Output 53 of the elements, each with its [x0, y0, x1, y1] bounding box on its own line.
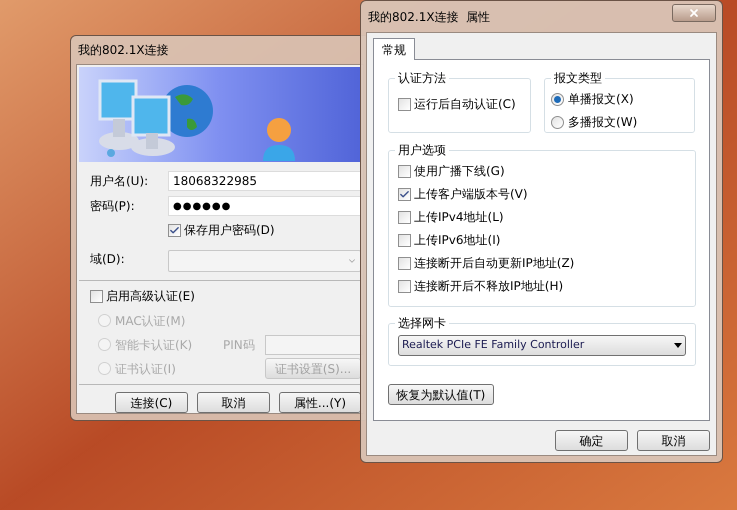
group-title: 认证方法 — [395, 70, 449, 86]
dialog-button[interactable]: 连接(C) — [115, 392, 188, 413]
checkbox[interactable] — [398, 98, 411, 110]
checkbox[interactable] — [398, 210, 411, 224]
user-option-label: 使用广播下线(G) — [414, 163, 505, 180]
user-icon — [262, 117, 296, 161]
window-title: 我的802.1X连接 — [78, 42, 169, 59]
username-field[interactable]: 18068322985 — [168, 171, 361, 191]
tab[interactable]: 常规 — [373, 38, 415, 60]
radio-button[interactable] — [551, 92, 564, 106]
password-label: 密码(P): — [90, 198, 136, 215]
close-button[interactable] — [672, 4, 716, 22]
user-option-label: 连接断开后不释放IP地址(H) — [414, 278, 564, 295]
dialog-button[interactable]: 属性...(Y) — [279, 392, 361, 413]
radio-button[interactable] — [551, 116, 564, 128]
auto-auth-label: 运行后自动认证(C) — [414, 96, 516, 113]
checkbox[interactable] — [398, 280, 411, 292]
advanced-auth-label: 启用高级认证(E) — [106, 288, 195, 305]
username-label: 用户名(U): — [90, 173, 150, 190]
save-password-label: 保存用户密码(D) — [184, 222, 275, 239]
group-title: 选择网卡 — [395, 315, 449, 331]
check-icon — [169, 224, 180, 236]
auth-option-label: MAC认证(M) — [115, 312, 186, 330]
checkbox[interactable] — [398, 188, 411, 200]
user-option-label: 上传IPv6地址(I) — [414, 232, 500, 249]
group-title: 用户选项 — [395, 142, 449, 158]
dropdown-arrow-icon — [674, 343, 682, 348]
check-icon — [399, 188, 410, 200]
pin-label: PIN码 — [223, 336, 256, 354]
window-title: 我的802.1X连接 属性 — [368, 8, 490, 26]
dialog-button[interactable]: 取消 — [637, 430, 710, 451]
dialog-button[interactable]: 确定 — [555, 430, 628, 451]
checkbox[interactable] — [90, 290, 103, 302]
restore-defaults-button[interactable]: 恢复为默认值(T) — [388, 384, 494, 405]
close-icon — [688, 7, 700, 19]
checkbox[interactable] — [168, 224, 181, 236]
user-option-label: 上传IPv4地址(L) — [414, 209, 504, 226]
network-adapter-dropdown[interactable]: Realtek PCIe FE Family Controller — [398, 335, 686, 356]
checkbox[interactable] — [398, 234, 411, 246]
dialog-button[interactable]: 取消 — [197, 392, 270, 413]
packet-type-label: 多播报文(W) — [568, 114, 638, 131]
packet-type-label: 单播报文(X) — [568, 91, 634, 108]
checkbox[interactable] — [398, 256, 411, 270]
auth-option-label: 智能卡认证(K) — [115, 336, 192, 354]
domain-label: 域(D): — [90, 251, 126, 268]
checkbox[interactable] — [398, 164, 411, 178]
auth-option-label: 证书认证(I) — [115, 360, 176, 378]
group-title: 报文类型 — [551, 70, 606, 86]
pin-field[interactable] — [265, 334, 363, 354]
adapter-name: Realtek PCIe FE Family Controller — [402, 337, 584, 354]
user-option-label: 连接断开后自动更新IP地址(Z) — [414, 255, 574, 272]
user-option-label: 上传客户端版本号(V) — [414, 186, 528, 203]
password-field[interactable]: ●●●●●● — [168, 196, 361, 216]
